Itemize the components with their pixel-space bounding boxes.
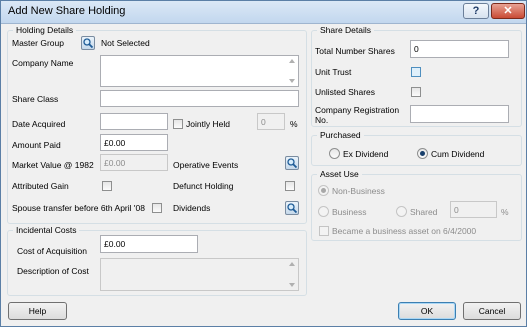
window-title: Add New Share Holding	[8, 5, 126, 17]
shared-radio[interactable]	[396, 206, 407, 217]
defunct-holding-checkbox[interactable]	[285, 181, 295, 191]
scroll-up-icon	[289, 59, 295, 63]
cancel-button[interactable]: Cancel	[463, 302, 521, 320]
jointly-held-checkbox[interactable]	[173, 119, 183, 129]
title-bar[interactable]: Add New Share Holding ? ✕	[1, 1, 526, 24]
master-group-search-button[interactable]	[81, 36, 95, 50]
business-radio[interactable]	[318, 206, 329, 217]
operative-events-label: Operative Events	[173, 160, 239, 170]
magnifier-icon	[83, 38, 94, 49]
magnifier-icon	[287, 203, 298, 214]
dialog-window: Add New Share Holding ? ✕ Holding Detail…	[0, 0, 527, 327]
jointly-held-percent-field[interactable]: 0	[257, 113, 285, 130]
scroll-down-icon	[289, 283, 295, 287]
holding-details-title: Holding Details	[13, 25, 77, 36]
shared-percent-symbol: %	[501, 207, 509, 217]
business-asset-checkbox[interactable]	[319, 226, 329, 236]
purchased-title: Purchased	[317, 130, 364, 141]
shared-label: Shared	[410, 207, 438, 217]
amount-paid-label: Amount Paid	[12, 140, 61, 150]
company-name-scrollbar[interactable]	[287, 56, 297, 86]
master-group-label: Master Group	[12, 38, 64, 48]
title-help-button[interactable]: ?	[463, 3, 489, 19]
unit-trust-label: Unit Trust	[315, 67, 352, 77]
date-acquired-field[interactable]	[100, 113, 168, 130]
scroll-down-icon	[289, 79, 295, 83]
operative-events-search-button[interactable]	[285, 156, 299, 170]
shared-percent-field[interactable]: 0	[450, 201, 497, 218]
date-acquired-label: Date Acquired	[12, 119, 66, 129]
defunct-holding-label: Defunct Holding	[173, 181, 234, 191]
company-name-field[interactable]	[100, 55, 299, 87]
unlisted-shares-checkbox[interactable]	[411, 87, 421, 97]
unit-trust-checkbox[interactable]	[411, 67, 421, 77]
asset-use-title: Asset Use	[317, 169, 362, 180]
share-class-label: Share Class	[12, 94, 59, 104]
description-scrollbar[interactable]	[287, 259, 297, 290]
jointly-held-percent-symbol: %	[290, 119, 298, 129]
market-value-label: Market Value @ 1982	[12, 160, 94, 170]
ex-dividend-label: Ex Dividend	[343, 149, 389, 159]
spouse-transfer-checkbox[interactable]	[152, 203, 162, 213]
help-button[interactable]: Help	[8, 302, 67, 320]
incidental-costs-title: Incidental Costs	[13, 225, 80, 236]
description-of-cost-label: Description of Cost	[17, 266, 89, 276]
attributed-gain-checkbox[interactable]	[102, 181, 112, 191]
market-value-field[interactable]: £0.00	[100, 154, 168, 171]
business-asset-label: Became a business asset on 6/4/2000	[332, 226, 477, 236]
amount-paid-field[interactable]: £0.00	[100, 134, 168, 151]
master-group-value: Not Selected	[101, 38, 150, 48]
unlisted-shares-label: Unlisted Shares	[315, 87, 376, 97]
total-shares-field[interactable]: 0	[410, 40, 509, 58]
scroll-up-icon	[289, 262, 295, 266]
dividends-search-button[interactable]	[285, 201, 299, 215]
dividends-label: Dividends	[173, 203, 211, 213]
attributed-gain-label: Attributed Gain	[12, 181, 69, 191]
close-button[interactable]: ✕	[491, 3, 525, 19]
magnifier-icon	[287, 158, 298, 169]
jointly-held-label: Jointly Held	[186, 119, 230, 129]
non-business-radio[interactable]	[318, 185, 329, 196]
share-details-title: Share Details	[317, 25, 375, 36]
ok-button[interactable]: OK	[398, 302, 456, 320]
description-of-cost-field[interactable]	[100, 258, 299, 291]
cost-of-acquisition-label: Cost of Acquisition	[17, 246, 87, 256]
cum-dividend-radio[interactable]	[417, 148, 428, 159]
company-reg-field[interactable]	[410, 105, 509, 123]
ex-dividend-radio[interactable]	[329, 148, 340, 159]
company-reg-label-line2: No.	[315, 115, 329, 125]
share-class-field[interactable]	[100, 90, 299, 107]
spouse-transfer-label: Spouse transfer before 6th April '08	[12, 203, 145, 213]
cost-of-acquisition-field[interactable]: £0.00	[100, 235, 198, 253]
total-shares-label: Total Number Shares	[315, 46, 395, 56]
business-label: Business	[332, 207, 367, 217]
cum-dividend-label: Cum Dividend	[431, 149, 485, 159]
non-business-label: Non-Business	[332, 186, 385, 196]
company-name-label: Company Name	[12, 58, 74, 68]
